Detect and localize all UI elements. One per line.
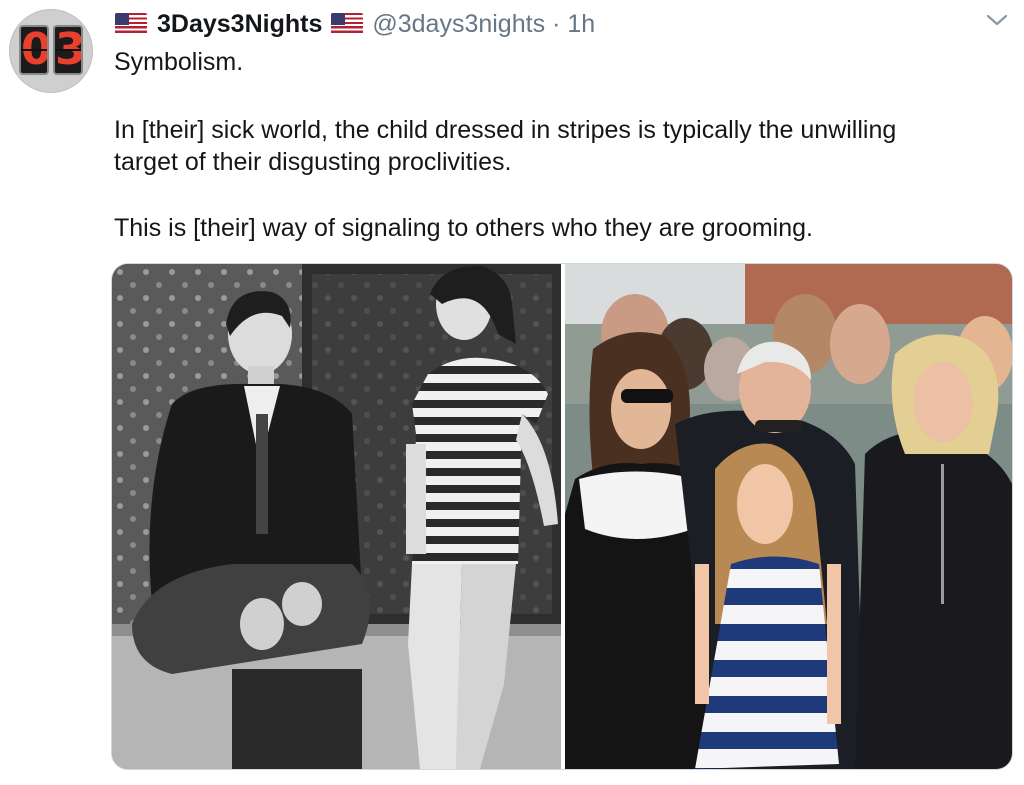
tweet-text-line-3: target of their disgusting proclivities.	[114, 148, 512, 176]
us-flag-icon	[331, 13, 364, 35]
color-photo[interactable]	[565, 264, 1012, 769]
avatar-digit-2: 3	[53, 25, 83, 75]
tweet[interactable]: 0 3 3Days3Nights @3days3nights · 1h Symb…	[0, 0, 1024, 785]
avatar-digit-1: 0	[19, 25, 49, 75]
tweet-header: 3Days3Nights @3days3nights · 1h	[115, 8, 595, 40]
display-name[interactable]: 3Days3Nights	[157, 10, 322, 39]
avatar[interactable]: 0 3	[9, 9, 93, 93]
tweet-media[interactable]	[112, 264, 1012, 769]
tweet-text-line-4: This is [their] way of signaling to othe…	[114, 214, 813, 242]
tweet-text-line-2: In [their] sick world, the child dressed…	[114, 116, 897, 144]
tweet-text-line-1: Symbolism.	[114, 48, 244, 76]
black-and-white-photo[interactable]	[112, 264, 561, 769]
us-flag-icon	[115, 13, 147, 35]
timestamp[interactable]: 1h	[567, 10, 595, 39]
chevron-down-icon[interactable]	[984, 10, 1010, 30]
separator-dot: ·	[552, 9, 561, 38]
user-handle[interactable]: @3days3nights	[372, 10, 545, 39]
